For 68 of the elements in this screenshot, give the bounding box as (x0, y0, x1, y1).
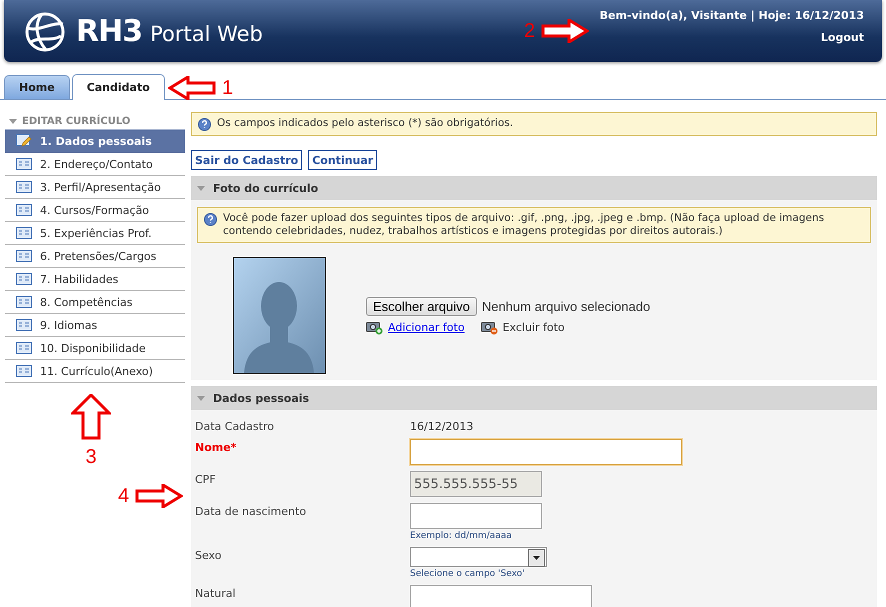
action-button[interactable]: Sair do Cadastro (191, 150, 302, 170)
section-title: Dados pessoais (213, 392, 310, 404)
logo-text: RH3 (76, 14, 142, 48)
list-icon (16, 250, 32, 262)
list-icon (16, 365, 32, 377)
input-field[interactable] (410, 439, 682, 465)
callout-number: 1 (222, 76, 234, 100)
logout-link[interactable]: Logout (820, 31, 864, 44)
add-photo-link[interactable]: Adicionar foto (388, 321, 465, 334)
sidebar-item[interactable]: 6. Pretensões/Cargos (5, 245, 185, 268)
info-icon (198, 118, 211, 131)
field-label: Sexo (195, 548, 222, 564)
tab[interactable]: Candidato (72, 74, 165, 100)
arrow-icon (541, 19, 590, 43)
camera-add-icon (366, 320, 383, 335)
tab[interactable]: Home (4, 75, 70, 99)
file-status: Nenhum arquivo selecionado (482, 299, 650, 314)
sidebar-item[interactable]: 7. Habilidades (5, 268, 185, 291)
callout-number: 2 (524, 20, 536, 42)
list-icon (16, 227, 32, 239)
list-icon (16, 319, 32, 331)
caret-icon (533, 556, 540, 560)
field-hint: Exemplo: dd/mm/aaaa (410, 531, 513, 541)
sidebar-title: EDITAR CURRÍCULO (22, 116, 130, 127)
product-name: Portal Web (150, 22, 263, 46)
field-label: Nome* (195, 440, 238, 456)
list-icon (16, 204, 32, 216)
list-icon (16, 296, 32, 308)
sidebar-item[interactable]: 10. Disponibilidade (5, 337, 185, 360)
list-icon (16, 158, 32, 170)
sidebar-item[interactable]: 1. Dados pessoais (5, 129, 185, 153)
sidebar-item[interactable]: 3. Perfil/Apresentação (5, 176, 185, 199)
sidebar-item[interactable]: 8. Competências (5, 291, 185, 314)
input-field[interactable] (410, 585, 592, 607)
field-value: 16/12/2013 (410, 419, 474, 433)
arrow-icon (168, 76, 216, 100)
info-icon (204, 213, 217, 226)
sidebar-item[interactable]: 4. Cursos/Formação (5, 199, 185, 222)
field-label: Data Cadastro (195, 419, 275, 433)
field-label: Natural (195, 586, 237, 602)
notice-text: Os campos indicados pelo asterisco (*) são obrigatórios. (217, 117, 514, 130)
arrow-icon (71, 394, 111, 440)
callout-number: 3 (85, 446, 97, 469)
edit-icon (16, 134, 32, 148)
welcome-text: Bem-vindo(a), Visitante | Hoje: 16/12/2013 (600, 9, 864, 22)
sidebar-item[interactable]: 2. Endereço/Contato (5, 153, 185, 176)
field-label: Data de nascimento (195, 504, 308, 520)
action-button[interactable]: Continuar (308, 150, 378, 170)
collapse-icon (9, 119, 17, 124)
list-icon (16, 342, 32, 354)
callout-number: 4 (118, 484, 130, 508)
choose-file-button[interactable]: Escolher arquivo (366, 297, 477, 316)
sidebar-item[interactable]: 9. Idiomas (5, 314, 185, 337)
list-icon (16, 273, 32, 285)
list-icon (16, 181, 32, 193)
section-title: Foto do currículo (213, 182, 318, 194)
input-field[interactable] (410, 503, 542, 529)
sidebar-item[interactable]: 11. Currículo(Anexo) (5, 360, 185, 383)
camera-remove-icon (480, 320, 498, 335)
collapse-icon (197, 396, 205, 400)
arrow-icon (135, 484, 184, 508)
sidebar-item[interactable]: 5. Experiências Prof. (5, 222, 185, 245)
collapse-icon (197, 186, 205, 190)
notice-text: Você pode fazer upload dos seguintes tipos de arquivo: .gif, .png, .jpg, .jpeg e .bmp. (Não faça upload de imagens contendo celebridades, nudez, trabalhos artísticos e imagens protegidas por direitos autorais.) (223, 212, 826, 238)
field-hint: Selecione o campo 'Sexo' (410, 569, 526, 579)
select-field[interactable] (410, 547, 547, 567)
remove-photo-text[interactable]: Excluir foto (502, 321, 565, 334)
field-label: CPF (195, 472, 217, 488)
